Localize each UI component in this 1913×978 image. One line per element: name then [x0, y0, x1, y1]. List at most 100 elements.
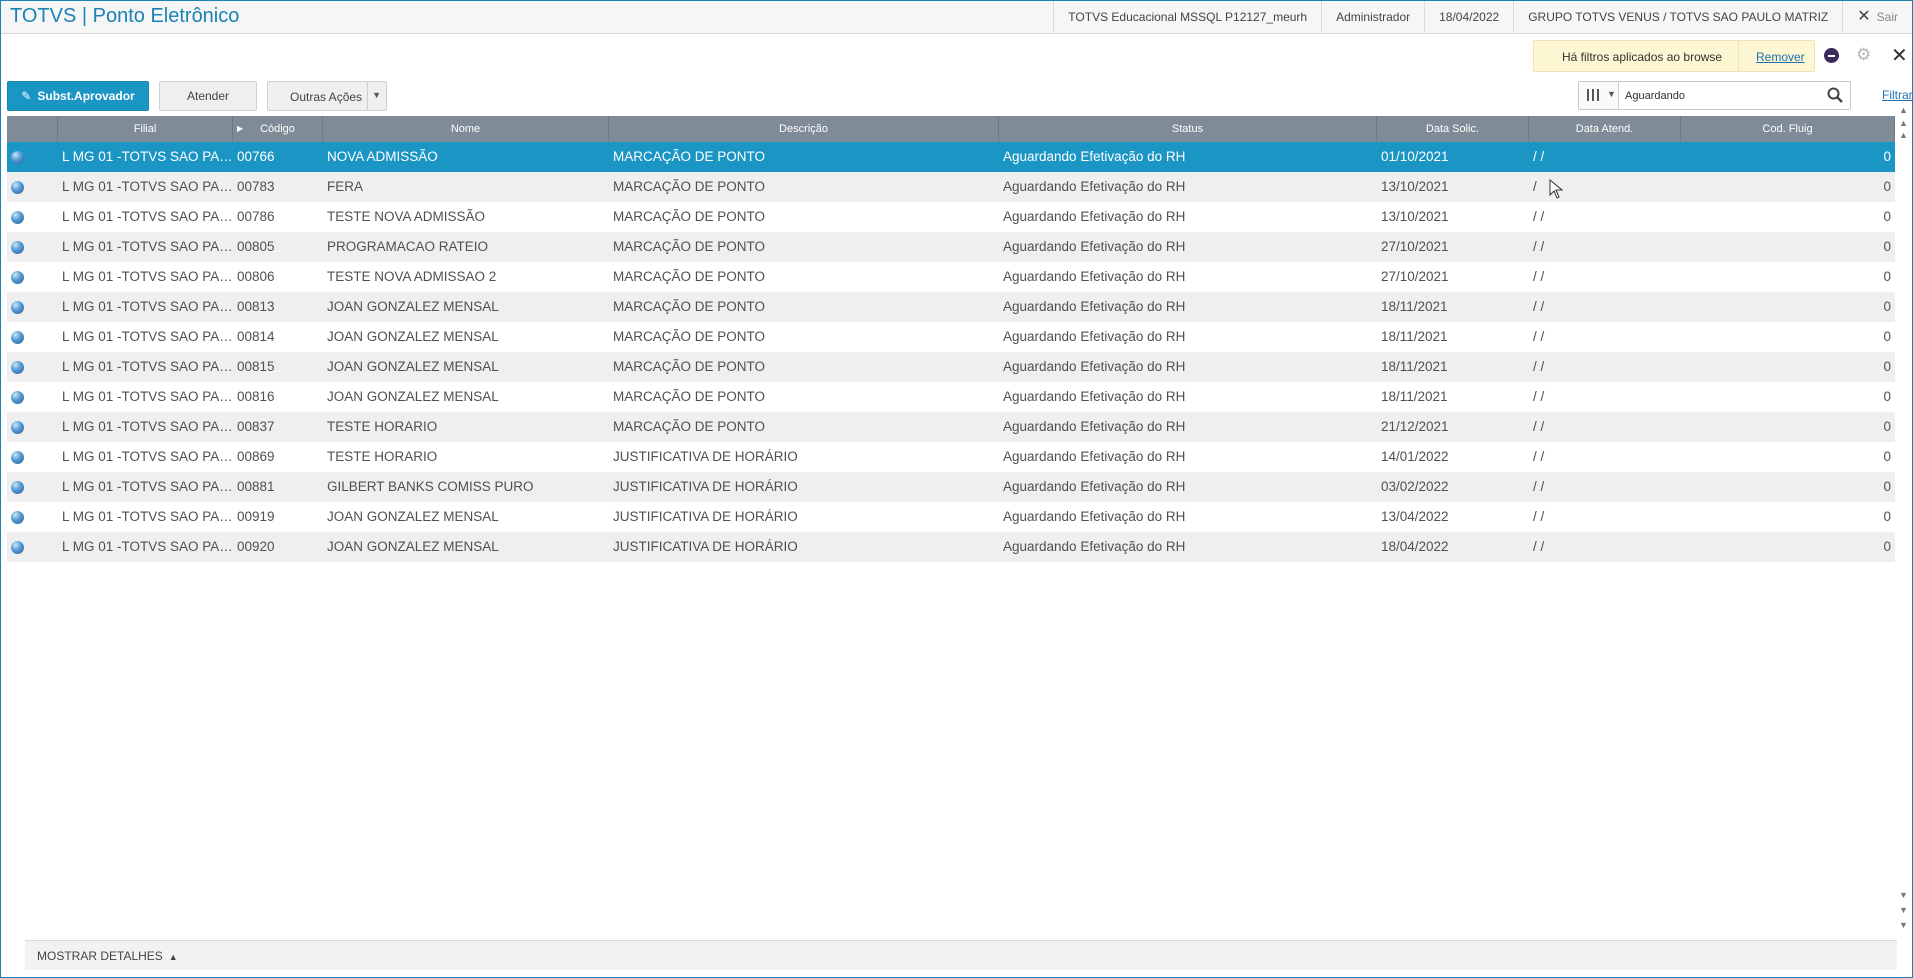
- table-row[interactable]: L MG 01 -TOTVS SAO PAULO MATRIZ 00881 GILB…: [7, 472, 1895, 502]
- table-row[interactable]: L MG 01 -TOTVS SAO PAULO MATRIZ 00786 TEST…: [7, 202, 1895, 232]
- cell-filial: L MG 01 -TOTVS SAO PAULO MATRIZ: [62, 389, 233, 404]
- remove-filter-link[interactable]: Remover: [1756, 50, 1805, 64]
- legend-cell[interactable]: [7, 262, 58, 292]
- date-label[interactable]: 18/04/2022: [1424, 1, 1513, 33]
- table-row[interactable]: L MG 01 -TOTVS SAO PAULO MATRIZ 00816 JOAN…: [7, 382, 1895, 412]
- pencil-icon: ✎: [21, 89, 32, 103]
- legend-cell[interactable]: [7, 352, 58, 382]
- filtrar-link[interactable]: Filtrar: [1882, 88, 1913, 102]
- cell-nome: JOAN GONZALEZ MENSAL: [327, 299, 499, 314]
- cell-data-solic: 21/12/2021: [1381, 419, 1449, 434]
- cell-nome: TESTE HORARIO: [327, 449, 438, 464]
- cell-nome: JOAN GONZALEZ MENSAL: [327, 329, 499, 344]
- cell-filial: L MG 01 -TOTVS SAO PAULO MATRIZ: [62, 239, 233, 254]
- table-row[interactable]: L MG 01 -TOTVS SAO PAULO MATRIZ 00814 JOAN…: [7, 322, 1895, 352]
- table-row[interactable]: L MG 01 -TOTVS SAO PAULO MATRIZ 00805 PROG…: [7, 232, 1895, 262]
- gear-icon[interactable]: ⚙: [1856, 45, 1871, 65]
- legend-cell[interactable]: [7, 412, 58, 442]
- cell-status: Aguardando Efetivação do RH: [1003, 449, 1186, 464]
- close-window-button[interactable]: ✕: [1891, 43, 1908, 68]
- logout-label: Sair: [1876, 10, 1898, 24]
- header-data-atend[interactable]: Data Atend.: [1529, 116, 1681, 142]
- table-row[interactable]: L MG 01 -TOTVS SAO PAULO MATRIZ 00813 JOAN…: [7, 292, 1895, 322]
- table-row[interactable]: L MG 01 -TOTVS SAO PAULO MATRIZ 00766 NOVA…: [7, 142, 1895, 172]
- legend-cell[interactable]: [7, 382, 58, 412]
- subst-aprovador-button[interactable]: ✎ Subst.Aprovador: [7, 81, 149, 111]
- legend-cell[interactable]: [7, 532, 58, 562]
- cell-descricao: MARCAÇÃO DE PONTO: [613, 269, 766, 284]
- status-ball-icon: [11, 391, 24, 404]
- header-filial[interactable]: Filial: [58, 116, 233, 142]
- table-row[interactable]: L MG 01 -TOTVS SAO PAULO MATRIZ 00919 JOAN…: [7, 502, 1895, 532]
- cell-descricao: JUSTIFICATIVA DE HORÁRIO: [613, 509, 798, 524]
- header-data-solic[interactable]: Data Solic.: [1377, 116, 1529, 142]
- cell-status: Aguardando Efetivação do RH: [1003, 149, 1186, 164]
- scroll-top-icon[interactable]: ▲: [1899, 105, 1908, 115]
- scroll-up-icon[interactable]: ▲: [1899, 130, 1908, 140]
- table-row[interactable]: L MG 01 -TOTVS SAO PAULO MATRIZ 00815 JOAN…: [7, 352, 1895, 382]
- cell-data-solic: 18/04/2022: [1381, 539, 1449, 554]
- legend-cell[interactable]: [7, 442, 58, 472]
- scroll-page-up-icon[interactable]: ▲: [1899, 118, 1908, 128]
- logout-button[interactable]: ✕ Sair: [1842, 1, 1912, 33]
- search-icon[interactable]: [1826, 86, 1844, 104]
- cell-cod-fluig: 0: [1883, 299, 1891, 314]
- scroll-page-down-icon[interactable]: ▼: [1899, 905, 1908, 915]
- filter-banner: Há filtros aplicados ao browse Remover: [1533, 40, 1815, 72]
- cell-status: Aguardando Efetivação do RH: [1003, 539, 1186, 554]
- cell-filial: L MG 01 -TOTVS SAO PAULO MATRIZ: [62, 209, 233, 224]
- search-input[interactable]: [1625, 87, 1815, 105]
- cell-data-atend: / /: [1533, 299, 1545, 314]
- cell-filial: L MG 01 -TOTVS SAO PAULO MATRIZ: [62, 419, 233, 434]
- cell-descricao: MARCAÇÃO DE PONTO: [613, 209, 766, 224]
- cell-data-atend: / /: [1533, 359, 1545, 374]
- outras-acoes-button[interactable]: Outras Ações ▼: [267, 81, 387, 111]
- filter-banner-divider: [1738, 41, 1739, 71]
- caret-down-icon[interactable]: ▼: [372, 90, 381, 100]
- header-cod-fluig[interactable]: Cod. Fluig: [1681, 116, 1895, 142]
- header-descricao[interactable]: Descrição: [609, 116, 999, 142]
- legend-cell[interactable]: [7, 502, 58, 532]
- table-row[interactable]: L MG 01 -TOTVS SAO PAULO MATRIZ 00869 TEST…: [7, 442, 1895, 472]
- cell-codigo: 00783: [237, 179, 275, 194]
- header-codigo[interactable]: ▶ Código: [233, 116, 323, 142]
- cell-status: Aguardando Efetivação do RH: [1003, 329, 1186, 344]
- table-row[interactable]: L MG 01 -TOTVS SAO PAULO MATRIZ 00783 FERA…: [7, 172, 1895, 202]
- status-ball-icon: [11, 271, 24, 284]
- cell-cod-fluig: 0: [1883, 479, 1891, 494]
- status-ball-icon: [11, 181, 24, 194]
- atender-button[interactable]: Atender: [159, 81, 257, 111]
- column-selector[interactable]: ▼: [1579, 82, 1619, 109]
- legend-cell[interactable]: [7, 472, 58, 502]
- legend-cell[interactable]: [7, 202, 58, 232]
- scroll-bottom-icon[interactable]: ▼: [1899, 920, 1908, 930]
- legend-cell[interactable]: [7, 172, 58, 202]
- cell-cod-fluig: 0: [1883, 359, 1891, 374]
- minus-circle-icon[interactable]: [1824, 48, 1839, 63]
- company-label[interactable]: GRUPO TOTVS VENUS / TOTVS SAO PAULO MATR…: [1513, 1, 1842, 33]
- legend-cell[interactable]: [7, 322, 58, 352]
- show-details-toggle[interactable]: MOSTRAR DETALHES ▲: [37, 949, 178, 963]
- cell-data-atend: / /: [1533, 539, 1545, 554]
- scroll-down-icon[interactable]: ▼: [1899, 890, 1908, 900]
- cell-descricao: MARCAÇÃO DE PONTO: [613, 149, 766, 164]
- cell-status: Aguardando Efetivação do RH: [1003, 389, 1186, 404]
- details-bar[interactable]: MOSTRAR DETALHES ▲: [25, 940, 1897, 970]
- legend-cell[interactable]: [7, 142, 58, 172]
- header-status[interactable]: Status: [999, 116, 1377, 142]
- header-legend[interactable]: [7, 116, 58, 142]
- cell-status: Aguardando Efetivação do RH: [1003, 239, 1186, 254]
- vertical-scrollbar[interactable]: ▲ ▲ ▲ ▼ ▼ ▼: [1897, 105, 1911, 940]
- table-row[interactable]: L MG 01 -TOTVS SAO PAULO MATRIZ 00837 TEST…: [7, 412, 1895, 442]
- table-row[interactable]: L MG 01 -TOTVS SAO PAULO MATRIZ 00806 TEST…: [7, 262, 1895, 292]
- cell-descricao: MARCAÇÃO DE PONTO: [613, 359, 766, 374]
- legend-cell[interactable]: [7, 292, 58, 322]
- user-label[interactable]: Administrador: [1321, 1, 1424, 33]
- table-row[interactable]: L MG 01 -TOTVS SAO PAULO MATRIZ 00920 JOAN…: [7, 532, 1895, 562]
- header-nome[interactable]: Nome: [323, 116, 609, 142]
- cell-data-atend: / /: [1533, 449, 1545, 464]
- cell-codigo: 00766: [237, 149, 275, 164]
- environment-label[interactable]: TOTVS Educacional MSSQL P12127_meurh: [1053, 1, 1321, 33]
- status-ball-icon: [11, 331, 24, 344]
- legend-cell[interactable]: [7, 232, 58, 262]
